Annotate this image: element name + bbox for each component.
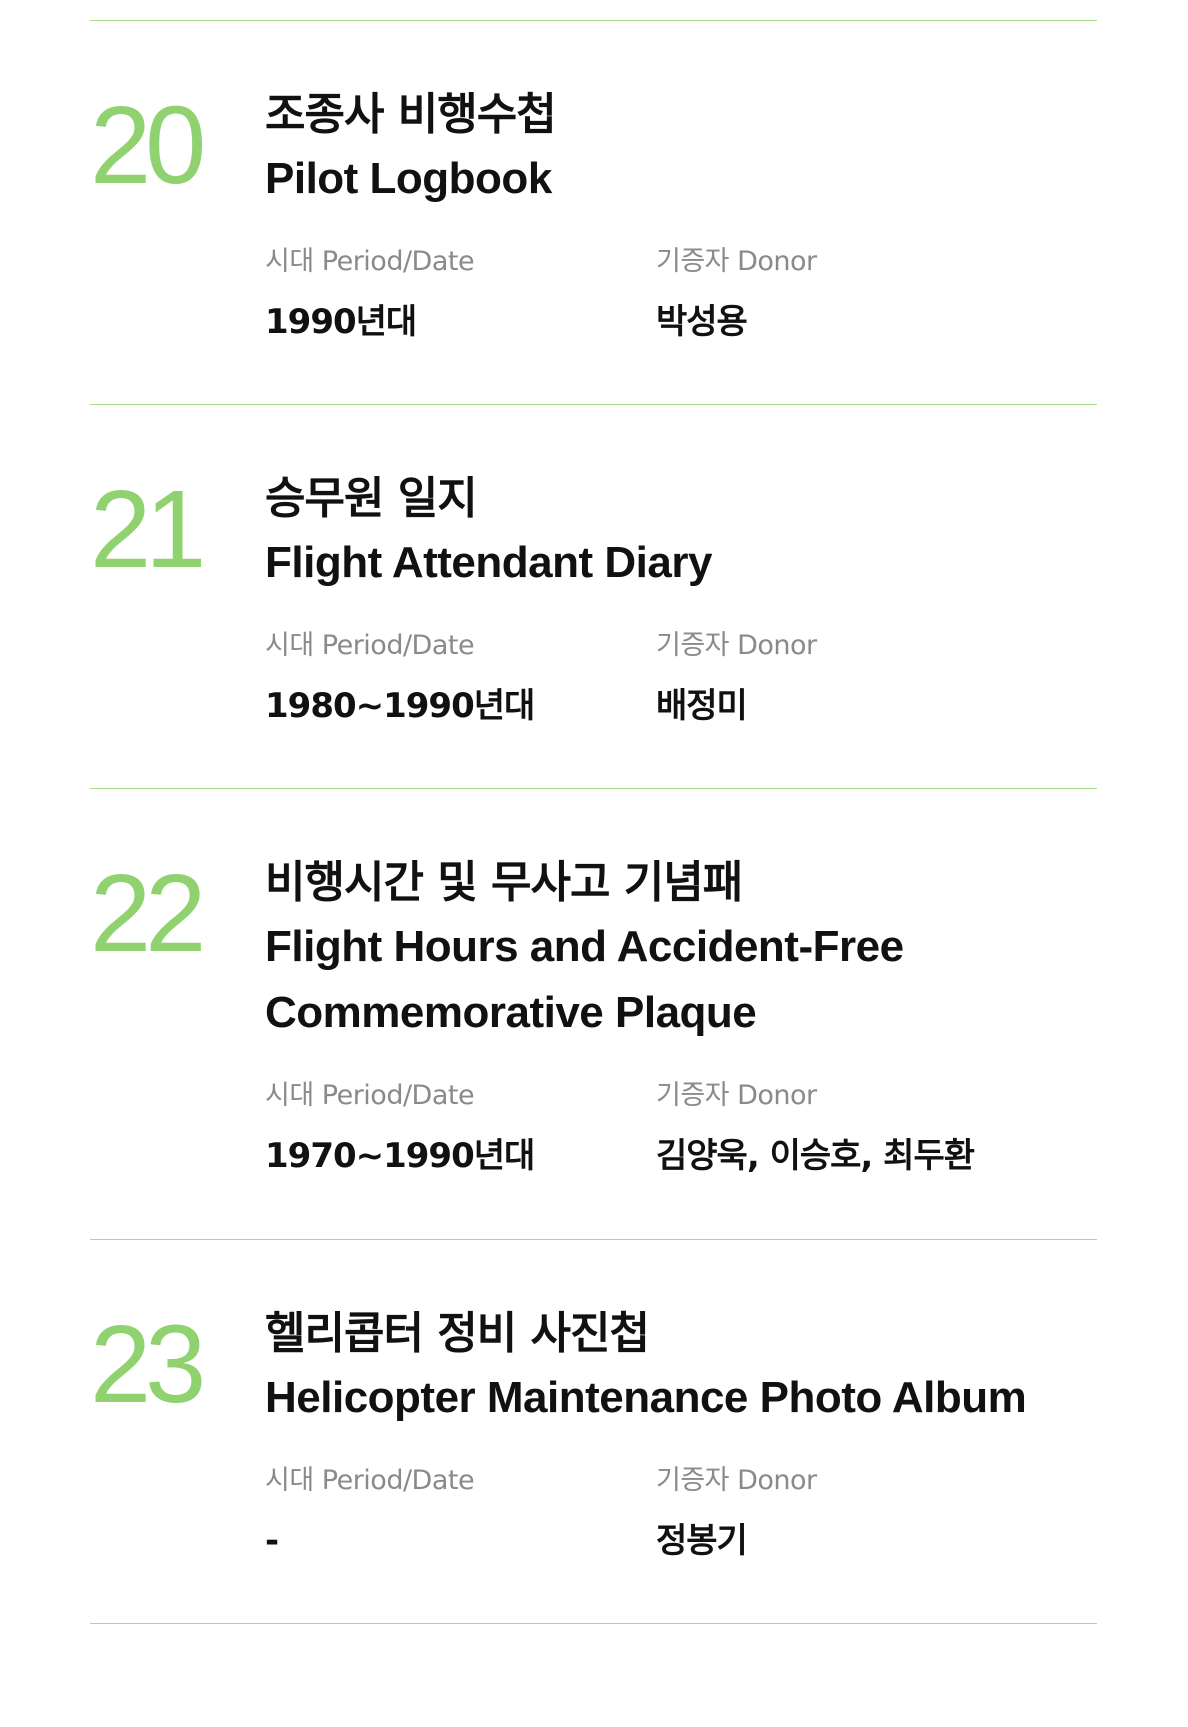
- period-column: 시대 Period/Date 1980~1990년대: [265, 626, 535, 730]
- donor-column: 기증자 Donor 배정미: [656, 626, 817, 730]
- donor-value: 김양욱, 이승호, 최두환: [656, 1136, 975, 1176]
- item-title-english: Flight Attendant Diary: [265, 538, 712, 587]
- donor-column: 기증자 Donor 김양욱, 이승호, 최두환: [656, 1076, 975, 1180]
- item-number: 21: [90, 468, 206, 591]
- item-title-korean: 헬리콥터 정비 사진첩: [265, 1308, 650, 1359]
- period-column: 시대 Period/Date -: [265, 1461, 475, 1565]
- item-number: 22: [90, 852, 206, 975]
- item-number: 23: [90, 1303, 206, 1426]
- collection-item: 23 헬리콥터 정비 사진첩 Helicopter Maintenance Ph…: [90, 1240, 1097, 1624]
- period-label: 시대 Period/Date: [265, 1080, 475, 1111]
- item-title-english: Pilot Logbook: [265, 154, 552, 203]
- item-body: 헬리콥터 정비 사진첩 Helicopter Maintenance Photo…: [265, 1303, 1085, 1571]
- period-value: 1970~1990년대: [265, 1136, 535, 1176]
- period-column: 시대 Period/Date 1970~1990년대: [265, 1076, 535, 1180]
- item-title-korean: 조종사 비행수첩: [265, 89, 557, 140]
- donor-value: 박성용: [656, 302, 748, 342]
- item-meta: 시대 Period/Date 1990년대 기증자 Donor 박성용: [265, 242, 1085, 352]
- item-number: 20: [90, 84, 206, 207]
- item-title-english: Helicopter Maintenance Photo Album: [265, 1373, 1027, 1422]
- donor-column: 기증자 Donor 정봉기: [656, 1461, 817, 1565]
- donor-column: 기증자 Donor 박성용: [656, 242, 817, 346]
- donor-label: 기증자 Donor: [656, 1080, 817, 1111]
- item-meta: 시대 Period/Date 1970~1990년대 기증자 Donor 김양욱…: [265, 1076, 1085, 1186]
- period-value: 1990년대: [265, 302, 417, 342]
- item-title-english-line-1: Flight Hours and Accident-Free: [265, 922, 904, 971]
- donor-label: 기증자 Donor: [656, 1465, 817, 1496]
- period-value: -: [265, 1521, 279, 1561]
- item-body: 비행시간 및 무사고 기념패 Flight Hours and Accident…: [265, 852, 1085, 1186]
- item-title-korean: 비행시간 및 무사고 기념패: [265, 857, 743, 908]
- collection-item: 22 비행시간 및 무사고 기념패 Flight Hours and Accid…: [90, 789, 1097, 1240]
- item-title-english-line-2: Commemorative Plaque: [265, 988, 757, 1037]
- item-meta: 시대 Period/Date - 기증자 Donor 정봉기: [265, 1461, 1085, 1571]
- collection-item: 21 승무원 일지 Flight Attendant Diary 시대 Peri…: [90, 405, 1097, 789]
- item-meta: 시대 Period/Date 1980~1990년대 기증자 Donor 배정미: [265, 626, 1085, 736]
- period-label: 시대 Period/Date: [265, 630, 475, 661]
- period-column: 시대 Period/Date 1990년대: [265, 242, 475, 346]
- donor-label: 기증자 Donor: [656, 630, 817, 661]
- period-value: 1980~1990년대: [265, 686, 535, 726]
- item-body: 조종사 비행수첩 Pilot Logbook 시대 Period/Date 19…: [265, 84, 1085, 352]
- collection-list: 20 조종사 비행수첩 Pilot Logbook 시대 Period/Date…: [90, 20, 1097, 1624]
- item-body: 승무원 일지 Flight Attendant Diary 시대 Period/…: [265, 468, 1085, 736]
- item-title-korean: 승무원 일지: [265, 473, 478, 524]
- collection-item: 20 조종사 비행수첩 Pilot Logbook 시대 Period/Date…: [90, 21, 1097, 405]
- donor-value: 배정미: [656, 686, 748, 726]
- period-label: 시대 Period/Date: [265, 1465, 475, 1496]
- donor-label: 기증자 Donor: [656, 246, 817, 277]
- donor-value: 정봉기: [656, 1521, 748, 1561]
- period-label: 시대 Period/Date: [265, 246, 475, 277]
